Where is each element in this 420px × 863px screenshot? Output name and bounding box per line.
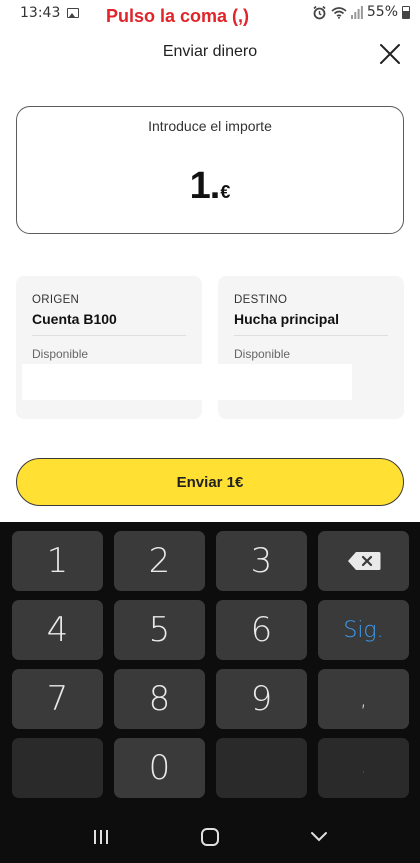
origin-label: ORIGEN <box>32 294 80 306</box>
comma-key[interactable]: , <box>318 669 409 729</box>
destination-label: DESTINO <box>234 294 288 306</box>
key-5[interactable]: 5 <box>114 600 205 660</box>
origin-account-name: Cuenta B100 <box>32 311 117 327</box>
destination-available-label: Disponible <box>234 347 291 361</box>
key-9[interactable]: 9 <box>216 669 307 729</box>
key-1[interactable]: 1 <box>12 531 103 591</box>
key-3[interactable]: 3 <box>216 531 307 591</box>
key-4[interactable]: 4 <box>12 600 103 660</box>
backspace-icon <box>347 552 380 570</box>
key-8[interactable]: 8 <box>114 669 205 729</box>
send-button[interactable]: Enviar 1€ <box>16 458 404 506</box>
redacted-area <box>22 364 202 400</box>
key-7[interactable]: 7 <box>12 669 103 729</box>
amount-card[interactable]: Introduce el importe 1.€ <box>16 106 404 234</box>
redacted-area <box>218 364 352 400</box>
alarm-icon <box>313 5 326 19</box>
page-title: Enviar dinero <box>162 43 258 60</box>
destination-divider <box>234 335 388 336</box>
wifi-icon <box>331 6 347 19</box>
empty-key <box>216 738 307 798</box>
recent-apps-icon[interactable] <box>92 829 110 845</box>
key-0[interactable]: 0 <box>114 738 205 798</box>
amount-label: Introduce el importe <box>148 118 272 134</box>
home-icon[interactable] <box>201 828 219 846</box>
battery-percent: 55% <box>366 4 398 20</box>
amount-currency: € <box>220 182 231 202</box>
back-icon[interactable] <box>309 830 329 844</box>
origin-available-label: Disponible <box>32 347 89 361</box>
status-icons: 55% <box>312 4 410 20</box>
battery-icon <box>402 5 410 19</box>
status-time: 13:43 <box>20 5 61 21</box>
backspace-key[interactable] <box>318 531 409 591</box>
comma-disabled-key: , <box>318 738 409 798</box>
gallery-icon <box>67 8 79 18</box>
amount-value: 1.€ <box>17 165 403 208</box>
origin-divider <box>32 335 186 336</box>
close-icon[interactable] <box>378 42 402 66</box>
key-6[interactable]: 6 <box>216 600 307 660</box>
next-key[interactable]: Sig. <box>318 600 409 660</box>
empty-key <box>12 738 103 798</box>
destination-account-name: Hucha principal <box>234 311 340 327</box>
status-bar: 13:43 Pulso la coma (,) 55% <box>0 0 420 28</box>
amount-number: 1. <box>189 165 221 207</box>
key-2[interactable]: 2 <box>114 531 205 591</box>
annotation-text: Pulso la coma (,) <box>106 6 250 26</box>
signal-icon <box>350 5 363 19</box>
